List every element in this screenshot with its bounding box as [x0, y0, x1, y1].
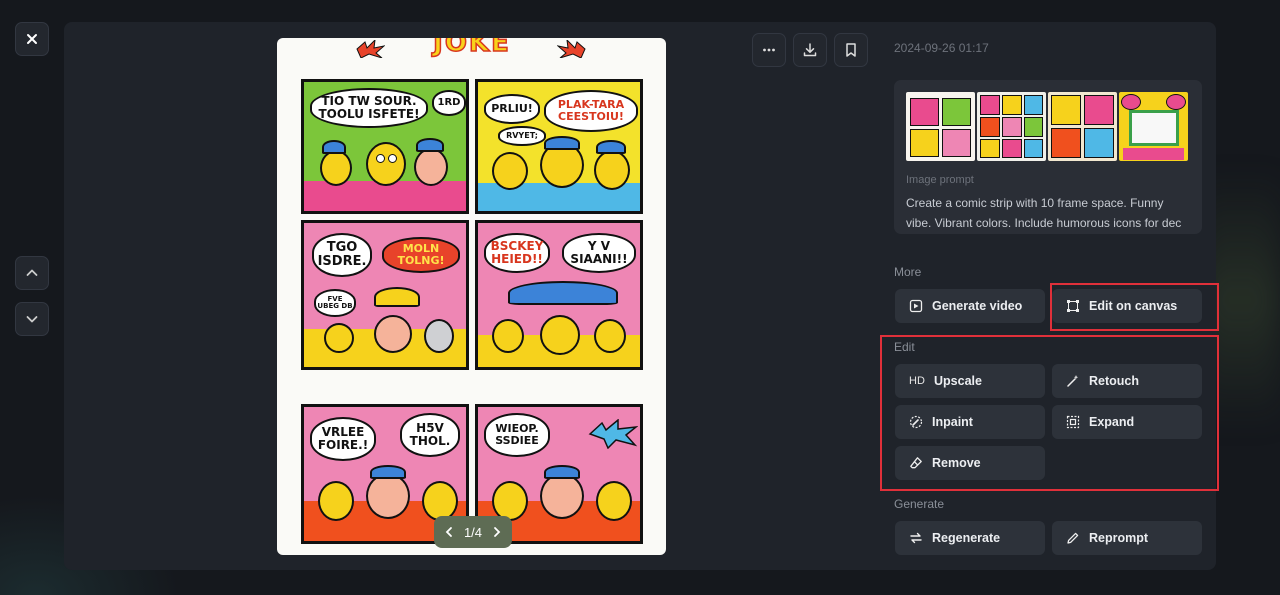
comic-character — [414, 148, 448, 186]
comic-character — [324, 323, 354, 353]
reprompt-button[interactable]: Reprompt — [1052, 521, 1202, 555]
thumbnail[interactable] — [906, 92, 975, 161]
close-icon — [27, 34, 37, 44]
comic-character — [422, 481, 458, 521]
section-label-generate: Generate — [894, 497, 945, 511]
character-hat — [416, 138, 444, 152]
bookmark-icon — [846, 43, 856, 57]
more-horizontal-icon — [763, 48, 775, 52]
thumbnail[interactable] — [1048, 92, 1117, 161]
burst-decoration — [588, 419, 638, 449]
speech-bubble: TGO ISDRE. — [312, 233, 372, 277]
thumbnail[interactable] — [977, 92, 1046, 161]
regenerate-label: Regenerate — [932, 531, 1001, 545]
prompt-text: Create a comic strip with 10 frame space… — [906, 196, 1182, 230]
comic-frame: TIO TW SOUR. TOOLU ISFETE! 1RD — [301, 79, 469, 214]
comic-character — [492, 152, 528, 190]
character-hat — [508, 281, 618, 305]
comic-character — [492, 319, 524, 353]
pager-label: 1/4 — [463, 524, 483, 540]
refresh-icon — [910, 532, 922, 544]
chevron-left-icon[interactable] — [443, 526, 455, 538]
comic-character — [366, 142, 406, 186]
comic-character — [540, 473, 584, 519]
comic-frame: BSCKEY HEIED!! Y V SIAANI!! — [475, 220, 643, 370]
download-icon — [803, 43, 817, 57]
previous-image-button[interactable] — [15, 256, 49, 290]
speech-bubble: BSCKEY HEIED!! — [484, 233, 550, 273]
character-hat — [544, 136, 580, 150]
speech-bubble: 1RD — [432, 90, 466, 116]
video-add-icon — [909, 299, 923, 313]
image-pager: 1/4 — [434, 516, 512, 548]
comic-character — [594, 319, 626, 353]
character-hat — [322, 140, 346, 154]
comic-frame: PRLIU! PLAK-TARA CEESTOIU! RVYET; — [475, 79, 643, 214]
speech-bubble: RVYET; — [498, 126, 546, 146]
speech-bubble: WIEOP. SSDIEE — [484, 413, 550, 457]
speech-bubble: MOLN TOLNG! — [382, 237, 460, 273]
comic-frame: TGO ISDRE. MOLN TOLNG! FVE UBEG DB — [301, 220, 469, 370]
speech-bubble: TIO TW SOUR. TOOLU ISFETE! — [310, 88, 428, 128]
comic-character — [320, 150, 352, 186]
highlight-box — [1050, 283, 1219, 331]
highlight-box — [880, 335, 1219, 491]
thumbnail-strip — [906, 92, 1188, 161]
section-label-more: More — [894, 265, 922, 279]
comic-character — [366, 473, 410, 519]
chevron-down-icon — [26, 316, 38, 323]
chevron-up-icon — [26, 269, 38, 276]
pencil-icon — [1067, 532, 1079, 544]
prompt-card: Image prompt Create a comic strip with 1… — [894, 80, 1202, 234]
generated-image: JOKE TIO TW SOUR. TOOLU ISFETE! 1RD PRLI… — [277, 38, 666, 555]
comic-character — [318, 481, 354, 521]
reprompt-label: Reprompt — [1089, 531, 1149, 545]
created-date: 2024-09-26 01:17 — [894, 41, 989, 55]
bookmark-button[interactable] — [834, 33, 868, 67]
generate-video-label: Generate video — [932, 299, 1023, 313]
character-eye — [376, 154, 385, 163]
comic-character — [424, 319, 454, 353]
thumbnail[interactable] — [1119, 92, 1188, 161]
next-image-button[interactable] — [15, 302, 49, 336]
comic-character — [374, 315, 412, 353]
character-hat — [374, 287, 420, 307]
character-hat — [544, 465, 580, 479]
character-eye — [388, 154, 397, 163]
speech-bubble: H5V THOL. — [400, 413, 460, 457]
speech-bubble: PRLIU! — [484, 94, 540, 124]
comic-title: JOKE — [432, 38, 511, 59]
speech-bubble: FVE UBEG DB — [314, 289, 356, 317]
comic-character — [492, 481, 528, 521]
comic-character — [594, 150, 630, 190]
chevron-right-icon[interactable] — [491, 526, 503, 538]
speech-bubble: Y V SIAANI!! — [562, 233, 636, 273]
prompt-label: Image prompt — [906, 174, 974, 186]
generate-video-button[interactable]: Generate video — [895, 289, 1045, 323]
more-options-button[interactable] — [752, 33, 786, 67]
character-hat — [596, 140, 626, 154]
regenerate-button[interactable]: Regenerate — [895, 521, 1045, 555]
comic-character — [596, 481, 632, 521]
character-hat — [370, 465, 406, 479]
download-button[interactable] — [793, 33, 827, 67]
comic-character — [540, 315, 580, 355]
speech-bubble: VRLEE FOIRE.! — [310, 417, 376, 461]
close-button[interactable] — [15, 22, 49, 56]
speech-bubble: PLAK-TARA CEESTOIU! — [544, 90, 638, 132]
